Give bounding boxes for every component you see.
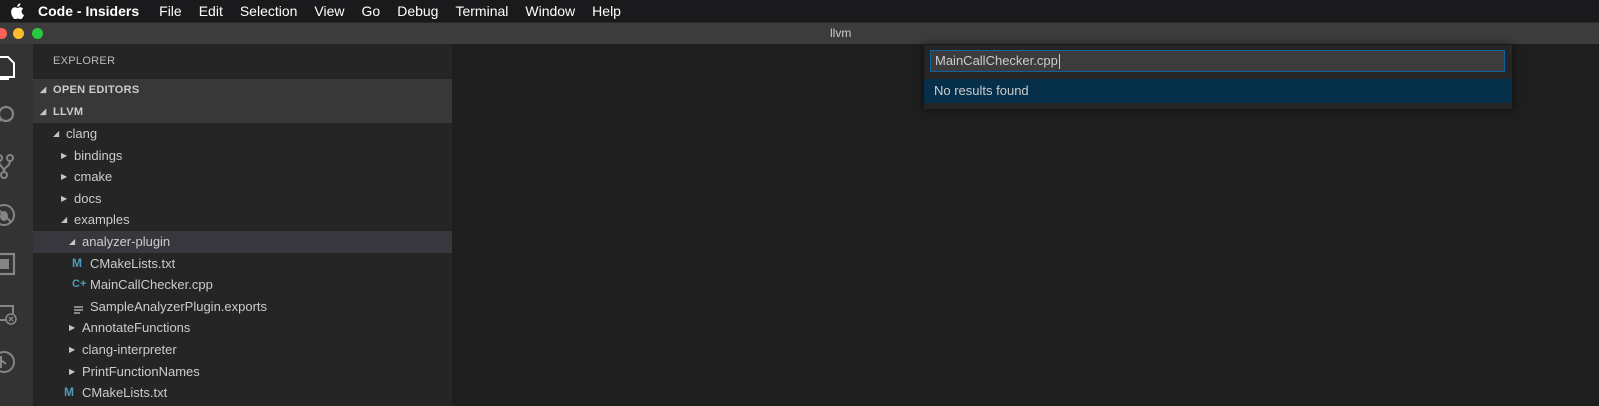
chevron-down-icon: ◢ <box>40 85 47 94</box>
quick-open-result: No results found <box>924 79 1512 103</box>
chevron-right-icon: ▶ <box>69 323 76 333</box>
chevron-right-icon: ▶ <box>61 150 68 160</box>
tree-item-analyzer-plugin[interactable]: ◢ analyzer-plugin <box>33 230 452 253</box>
tree-item-cmake[interactable]: ▶ cmake <box>33 166 452 188</box>
quick-open-input[interactable]: MainCallChecker.cpp <box>930 50 1505 72</box>
menu-selection[interactable]: Selection <box>240 3 298 19</box>
tree-item-label: PrintFunctionNames <box>82 363 200 379</box>
debug-icon[interactable] <box>0 197 22 233</box>
explorer-icon[interactable] <box>0 50 22 86</box>
workspace-section-header[interactable]: ◢ LLVM <box>33 101 452 123</box>
activity-bar <box>0 44 33 406</box>
workspace-label: LLVM <box>53 106 84 118</box>
search-icon[interactable] <box>0 99 22 135</box>
macos-menu-bar: Code - Insiders File Edit Selection View… <box>0 0 1599 22</box>
tree-item-docs[interactable]: ▶ docs <box>33 188 452 210</box>
apple-icon[interactable] <box>8 3 26 19</box>
chevron-down-icon: ◢ <box>40 107 47 116</box>
file-tree: ◢ clang ▶ bindings ▶ cmake ▶ docs ◢ exam… <box>33 123 452 404</box>
menu-file[interactable]: File <box>159 3 182 19</box>
tree-item-label: docs <box>74 190 102 206</box>
tree-item-label: clang-interpreter <box>82 341 177 357</box>
tree-item-printfunctionnames[interactable]: ▶ PrintFunctionNames <box>33 361 452 383</box>
tree-item-cmakelists[interactable]: M CMakeLists.txt <box>33 253 452 275</box>
tree-item-label: MainCallChecker.cpp <box>90 277 213 293</box>
open-editors-label: OPEN EDITORS <box>53 84 140 96</box>
tree-item-examples[interactable]: ◢ examples <box>33 209 452 231</box>
menu-edit[interactable]: Edit <box>199 3 223 19</box>
quick-open-input-value: MainCallChecker.cpp <box>935 53 1058 68</box>
tree-item-label: clang <box>66 126 98 141</box>
menu-debug[interactable]: Debug <box>397 3 438 19</box>
open-editors-section-header[interactable]: ◢ OPEN EDITORS <box>33 79 452 101</box>
source-control-icon[interactable] <box>0 148 22 184</box>
text-cursor <box>1058 54 1060 70</box>
cmake-file-icon: M <box>72 255 82 270</box>
cpp-file-icon: C+ <box>72 278 87 291</box>
chevron-down-icon: ◢ <box>53 129 60 138</box>
tree-item-label: CMakeLists.txt <box>82 385 168 401</box>
chevron-right-icon: ▶ <box>61 172 68 182</box>
menu-view[interactable]: View <box>314 3 344 19</box>
chevron-right-icon: ▶ <box>61 193 68 203</box>
tree-item-label: cmake <box>74 169 113 185</box>
quick-open-widget: MainCallChecker.cpp No results found <box>924 45 1512 109</box>
tree-item-cmakelists-root[interactable]: M CMakeLists.txt <box>33 382 452 404</box>
tree-item-label: bindings <box>74 147 123 163</box>
extensions-icon[interactable] <box>0 246 22 282</box>
tree-item-maincallchecker[interactable]: C+ MainCallChecker.cpp <box>33 274 452 296</box>
tree-item-annotatefunctions[interactable]: ▶ AnnotateFunctions <box>33 317 452 339</box>
tree-item-label: SampleAnalyzerPlugin.exports <box>90 298 268 314</box>
menu-terminal[interactable]: Terminal <box>455 3 508 19</box>
menu-go[interactable]: Go <box>362 3 381 19</box>
gitlens-icon[interactable] <box>0 344 22 380</box>
menu-help[interactable]: Help <box>592 3 621 19</box>
chevron-down-icon: ◢ <box>61 215 68 225</box>
menu-window[interactable]: Window <box>525 3 575 19</box>
tree-item-sampleanalyzerplugin[interactable]: SampleAnalyzerPlugin.exports <box>33 296 452 318</box>
chevron-down-icon: ◢ <box>69 236 76 246</box>
tree-item-label: examples <box>74 212 130 228</box>
sidebar-title: EXPLORER <box>53 55 116 67</box>
window-title: llvm <box>830 26 852 40</box>
window-title-bar: llvm <box>0 22 1599 44</box>
tree-item-label: analyzer-plugin <box>82 233 171 249</box>
remote-explorer-icon[interactable] <box>0 296 22 332</box>
tree-item-label: CMakeLists.txt <box>90 255 176 271</box>
chevron-right-icon: ▶ <box>69 366 76 376</box>
cmake-file-icon: M <box>64 385 74 400</box>
chevron-right-icon: ▶ <box>69 344 76 354</box>
tree-item-bindings[interactable]: ▶ bindings <box>33 145 452 167</box>
tree-item-clang[interactable]: ◢ clang <box>33 123 452 145</box>
explorer-sidebar: EXPLORER ◢ OPEN EDITORS ◢ LLVM ◢ clang ▶… <box>33 44 452 406</box>
tree-item-clang-interpreter[interactable]: ▶ clang-interpreter <box>33 339 452 361</box>
tree-item-label: AnnotateFunctions <box>82 320 191 336</box>
app-name-menu[interactable]: Code - Insiders <box>38 3 139 19</box>
